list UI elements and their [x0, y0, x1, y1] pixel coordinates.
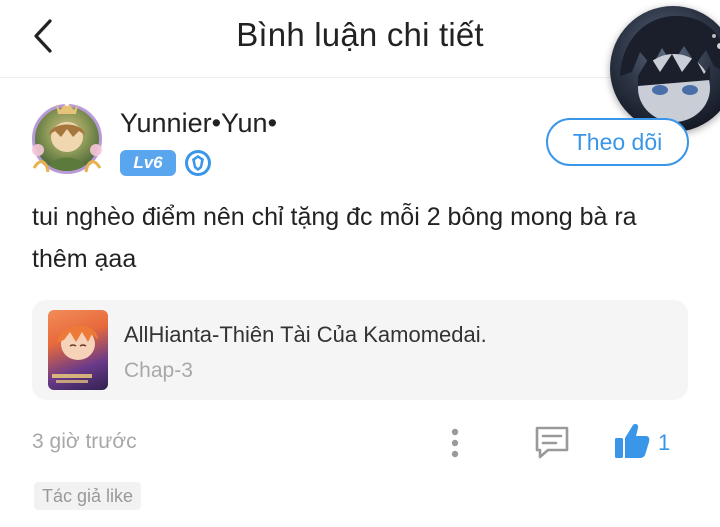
floating-avatar[interactable]	[610, 6, 720, 132]
more-options-button[interactable]	[440, 424, 470, 462]
user-avatar[interactable]	[26, 98, 108, 180]
follow-button[interactable]: Theo dõi	[546, 118, 689, 166]
author-like-badge: Tác giả like	[34, 482, 142, 510]
story-chapter: Chap-3	[124, 359, 193, 382]
username[interactable]: Yunnier•Yun•	[120, 108, 277, 139]
story-cover-image	[48, 310, 108, 390]
avatar-frame-icon	[32, 102, 102, 173]
comment-timestamp: 3 giờ trước	[32, 430, 137, 453]
reply-button[interactable]	[532, 424, 572, 460]
level-badge: Lv6	[120, 150, 176, 176]
more-vertical-icon	[451, 428, 459, 458]
story-card[interactable]: AllHianta-Thiên Tài Của Kamomedai. Chap-…	[32, 300, 688, 400]
comment-icon	[535, 426, 569, 459]
shield-icon	[185, 150, 211, 176]
thumbs-up-icon	[615, 424, 650, 458]
story-title: AllHianta-Thiên Tài Của Kamomedai.	[124, 322, 487, 347]
comment-text: tui nghèo điểm nên chỉ tặng đc mỗi 2 bôn…	[32, 203, 637, 273]
like-count: 1	[658, 430, 671, 455]
like-button[interactable]	[612, 420, 652, 462]
avatar-image	[620, 15, 720, 122]
